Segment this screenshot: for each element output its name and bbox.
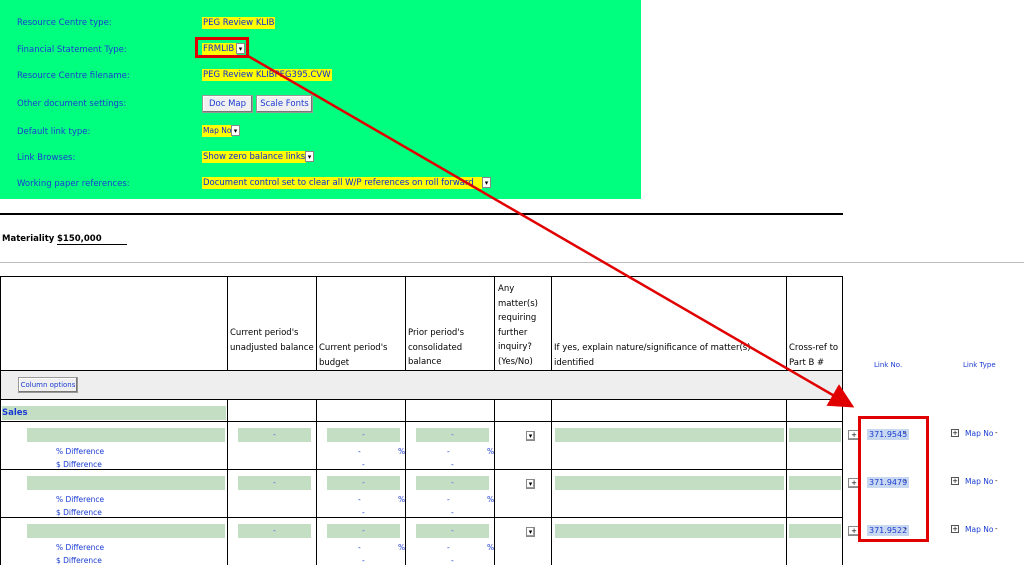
annotation-arrow: [247, 54, 855, 408]
